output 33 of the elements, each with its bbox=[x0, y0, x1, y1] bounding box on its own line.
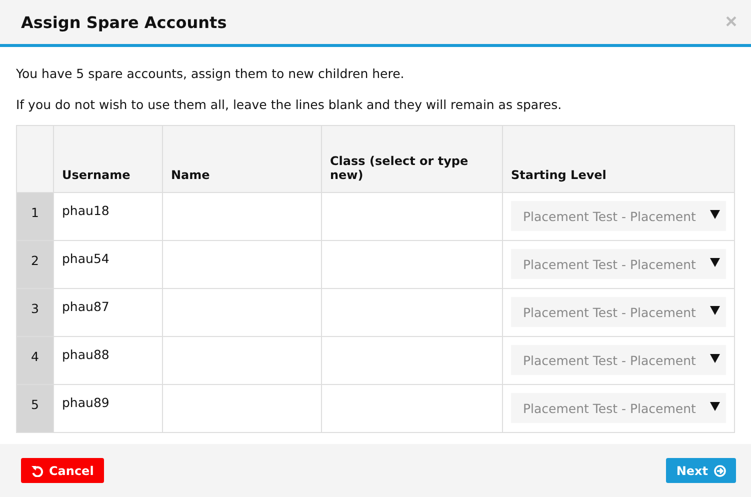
column-header: Username bbox=[54, 126, 162, 192]
caret-icon bbox=[710, 209, 720, 219]
table-cell: phau89 bbox=[54, 384, 162, 432]
intro-text: You have 5 spare accounts, assign them to new children here. bbox=[16, 65, 406, 82]
header-cell bbox=[16, 126, 54, 192]
level-dropdown[interactable]: Placement Test - Placement bbox=[511, 249, 726, 279]
row-number: 3 bbox=[16, 288, 54, 336]
column-header: Class (select or type new) bbox=[322, 126, 502, 192]
caret-icon bbox=[710, 305, 720, 315]
level-dropdown[interactable]: Placement Test - Placement bbox=[511, 297, 726, 327]
table-cell: phau54 bbox=[54, 240, 162, 288]
row-number: 2 bbox=[16, 240, 54, 288]
table-cell: phau87 bbox=[54, 288, 162, 336]
caret-icon bbox=[710, 257, 720, 267]
dialog-title: Assign Spare Accounts bbox=[21, 12, 227, 32]
level-dropdown[interactable]: Placement Test - Placement bbox=[511, 345, 726, 375]
arrow-circle-icon bbox=[714, 464, 726, 476]
level-dropdown[interactable]: Placement Test - Placement bbox=[511, 393, 726, 423]
caret-icon bbox=[710, 353, 720, 363]
column-header: Starting Level bbox=[502, 126, 734, 192]
row-number: 5 bbox=[16, 384, 54, 432]
table-cell: phau88 bbox=[54, 336, 162, 384]
undo-icon bbox=[31, 464, 43, 476]
row-number: 1 bbox=[16, 192, 54, 240]
caret-icon bbox=[710, 401, 720, 411]
row-number: 4 bbox=[16, 336, 54, 384]
close-button[interactable]: × bbox=[725, 12, 737, 32]
cancel-button[interactable]: Cancel bbox=[21, 458, 104, 483]
table-cell: phau18 bbox=[54, 192, 162, 240]
column-header: Name bbox=[162, 126, 322, 192]
level-dropdown[interactable]: Placement Test - Placement bbox=[511, 201, 726, 231]
next-button[interactable]: Next bbox=[666, 458, 736, 483]
intro-text: If you do not wish to use them all, leave the lines blank and they will remain as spares. bbox=[16, 96, 563, 113]
